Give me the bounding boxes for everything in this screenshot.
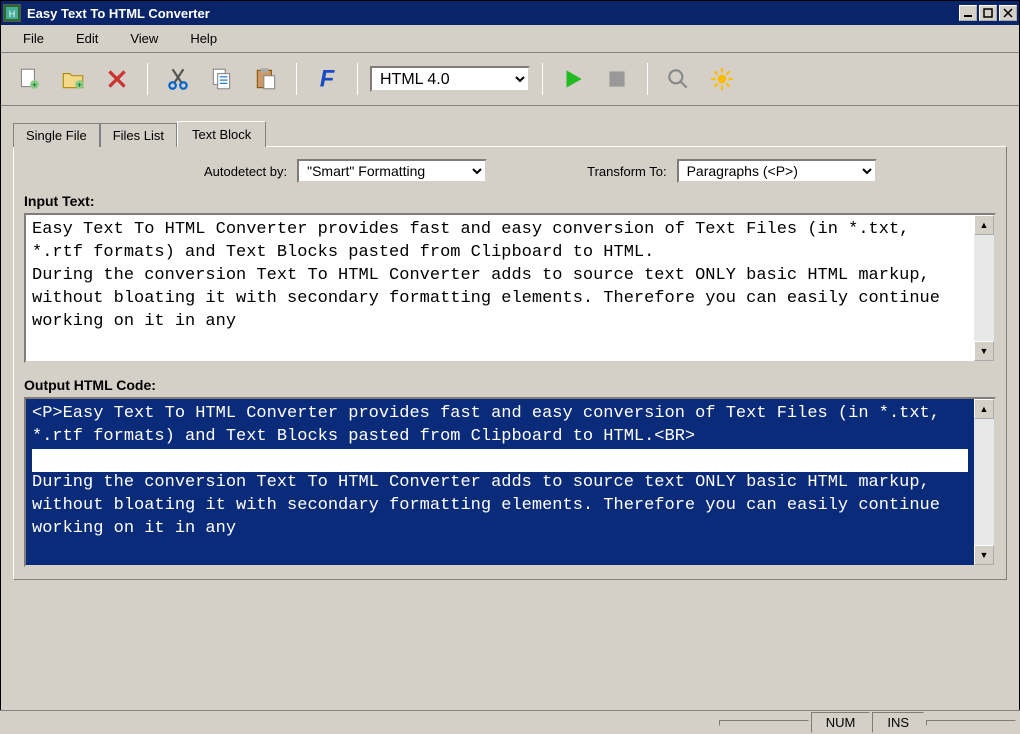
- tab-single-file[interactable]: Single File: [13, 123, 100, 147]
- output-textarea[interactable]: <P>Easy Text To HTML Converter provides …: [24, 397, 996, 567]
- stop-button[interactable]: [599, 61, 635, 97]
- status-insert: INS: [872, 712, 924, 733]
- cut-button[interactable]: [160, 61, 196, 97]
- menu-file[interactable]: File: [9, 29, 58, 48]
- svg-text:H: H: [9, 9, 16, 19]
- minimize-button[interactable]: [959, 5, 977, 21]
- tab-files-list[interactable]: Files List: [100, 123, 177, 147]
- output-label: Output HTML Code:: [24, 377, 996, 393]
- new-file-button[interactable]: +: [11, 61, 47, 97]
- svg-text:+: +: [77, 80, 82, 90]
- close-button[interactable]: [999, 5, 1017, 21]
- scroll-up-icon[interactable]: ▲: [974, 399, 994, 419]
- scroll-down-icon[interactable]: ▼: [974, 545, 994, 565]
- menubar: File Edit View Help: [1, 25, 1019, 53]
- open-file-button[interactable]: +: [55, 61, 91, 97]
- run-button[interactable]: [555, 61, 591, 97]
- input-text-content[interactable]: Easy Text To HTML Converter provides fas…: [26, 215, 974, 361]
- autodetect-select[interactable]: "Smart" Formatting: [297, 159, 487, 183]
- format-select[interactable]: HTML 4.0: [370, 66, 530, 92]
- delete-button[interactable]: [99, 61, 135, 97]
- status-cell-empty: [719, 720, 809, 726]
- svg-text:+: +: [32, 80, 37, 90]
- app-icon: H: [3, 4, 21, 22]
- tabs: Single File Files List Text Block: [13, 120, 1007, 146]
- maximize-button[interactable]: [979, 5, 997, 21]
- statusbar: NUM INS: [0, 710, 1020, 734]
- status-numlock: NUM: [811, 712, 871, 733]
- titlebar: H Easy Text To HTML Converter: [1, 1, 1019, 25]
- input-scrollbar[interactable]: ▲ ▼: [974, 215, 994, 361]
- toolbar: + + F HTML 4.0: [1, 53, 1019, 106]
- output-text-content[interactable]: <P>Easy Text To HTML Converter provides …: [26, 399, 974, 565]
- menu-edit[interactable]: Edit: [62, 29, 112, 48]
- transform-select[interactable]: Paragraphs (<P>): [677, 159, 877, 183]
- tab-text-block[interactable]: Text Block: [177, 121, 266, 147]
- scroll-down-icon[interactable]: ▼: [974, 341, 994, 361]
- svg-text:F: F: [320, 66, 336, 92]
- font-button[interactable]: F: [309, 61, 345, 97]
- menu-help[interactable]: Help: [176, 29, 231, 48]
- window-title: Easy Text To HTML Converter: [27, 6, 959, 21]
- paste-button[interactable]: [248, 61, 284, 97]
- output-scrollbar[interactable]: ▲ ▼: [974, 399, 994, 565]
- menu-view[interactable]: View: [116, 29, 172, 48]
- copy-button[interactable]: [204, 61, 240, 97]
- autodetect-label: Autodetect by:: [204, 164, 287, 179]
- transform-label: Transform To:: [587, 164, 666, 179]
- preview-button[interactable]: [660, 61, 696, 97]
- input-textarea[interactable]: Easy Text To HTML Converter provides fas…: [24, 213, 996, 363]
- input-label: Input Text:: [24, 193, 996, 209]
- tab-panel: Autodetect by: "Smart" Formatting Transf…: [13, 146, 1007, 580]
- scroll-up-icon[interactable]: ▲: [974, 215, 994, 235]
- status-cell-empty2: [926, 720, 1016, 726]
- settings-button[interactable]: [704, 61, 740, 97]
